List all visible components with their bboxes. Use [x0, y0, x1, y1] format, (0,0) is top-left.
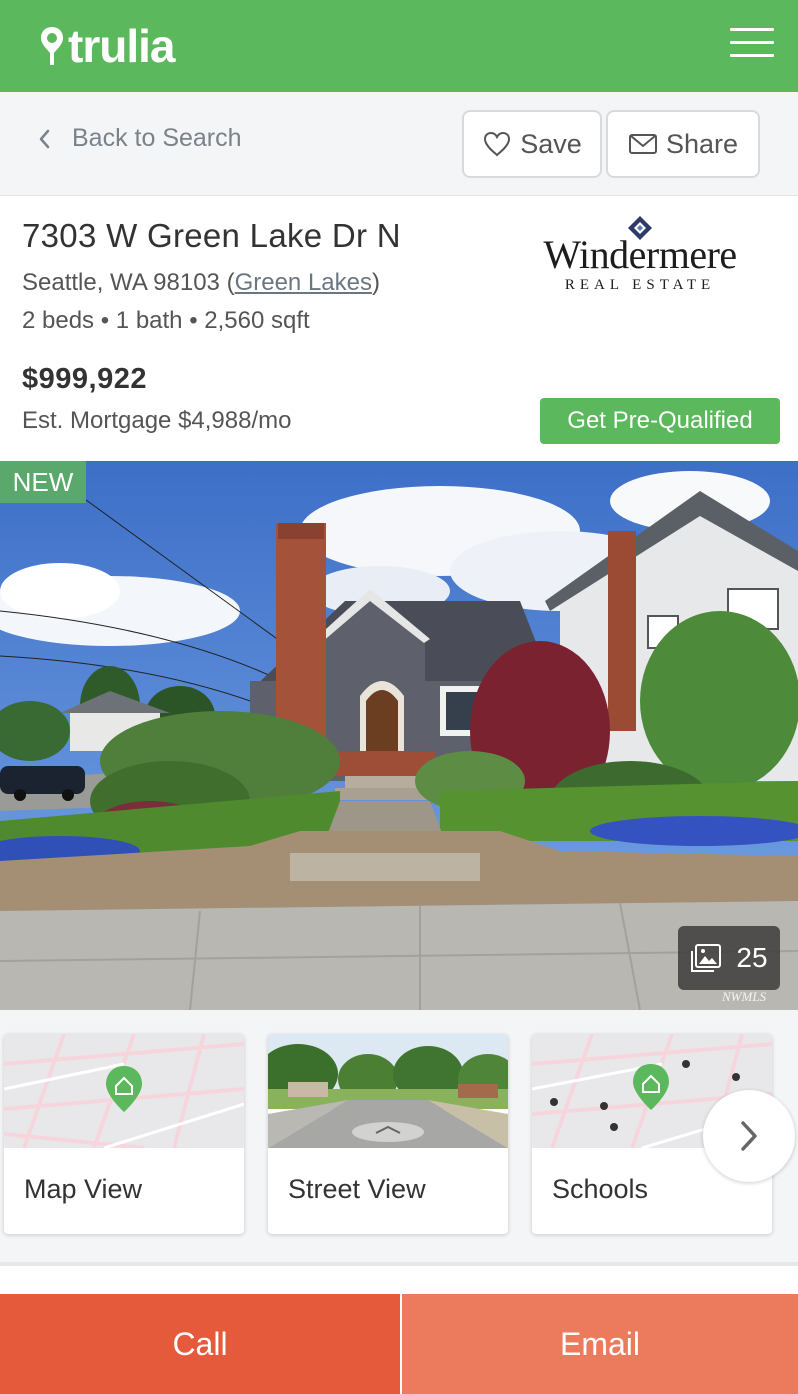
listing-facts: 2 beds • 1 bath • 2,560 sqft	[22, 307, 310, 334]
email-button[interactable]: Email	[402, 1294, 798, 1394]
listing-city: Seattle, WA 98103 (Green Lakes)	[22, 269, 380, 296]
brokerage-subtitle: REAL ESTATE	[564, 277, 716, 293]
listing-info: 7303 W Green Lake Dr N Seattle, WA 98103…	[0, 197, 798, 460]
feature-cards-carousel: Map View Street View Schools	[0, 1010, 798, 1262]
hamburger-menu-icon[interactable]	[730, 28, 774, 62]
trulia-logo[interactable]: trulia	[38, 18, 175, 74]
listing-photo[interactable]: NEW 25 NWMLS	[0, 461, 798, 1010]
chevron-right-icon	[741, 1121, 757, 1151]
back-to-search-link[interactable]: Back to Search	[36, 124, 242, 153]
photo-count-value: 25	[736, 942, 768, 973]
card-label: Schools	[552, 1174, 649, 1204]
street-view-card[interactable]: Street View	[268, 1034, 508, 1234]
photo-gallery-button[interactable]: 25	[678, 926, 780, 990]
call-button[interactable]: Call	[0, 1294, 400, 1394]
share-label: Share	[665, 128, 739, 159]
windermere-diamond-icon	[628, 216, 652, 240]
save-button[interactable]: Save	[462, 110, 602, 178]
brokerage-logo: Windermere REAL ESTATE	[520, 215, 760, 295]
street-view-thumbnail	[268, 1034, 508, 1148]
card-label: Map View	[24, 1174, 143, 1204]
new-listing-badge: NEW	[0, 461, 86, 503]
card-label: Street View	[288, 1174, 426, 1204]
logo-text: trulia	[68, 20, 175, 72]
estimated-mortgage: Est. Mortgage $4,988/mo	[22, 407, 292, 434]
section-divider	[0, 1262, 798, 1288]
back-label: Back to Search	[72, 124, 242, 152]
brokerage-name: Windermere	[543, 232, 737, 277]
save-label: Save	[520, 128, 582, 159]
location-pin-icon	[41, 27, 63, 65]
city-state-zip: Seattle, WA 98103	[22, 269, 220, 296]
map-view-card[interactable]: Map View	[4, 1034, 244, 1234]
map-thumbnail	[4, 1034, 244, 1148]
neighborhood-link[interactable]: Green Lakes	[235, 269, 372, 296]
photos-icon	[691, 944, 722, 972]
get-pre-qualified-button[interactable]: Get Pre-Qualified	[540, 398, 780, 444]
mls-watermark: NWMLS	[722, 989, 767, 1004]
heart-icon	[484, 131, 511, 157]
share-button[interactable]: Share	[606, 110, 760, 178]
carousel-next-button[interactable]	[703, 1090, 795, 1182]
envelope-icon	[628, 134, 657, 154]
top-header: trulia	[0, 0, 798, 92]
listing-address: 7303 W Green Lake Dr N	[22, 217, 401, 254]
listing-price: $999,922	[22, 363, 147, 395]
sub-navigation: Back to Search Save Share	[0, 92, 798, 196]
chevron-left-icon	[39, 129, 50, 148]
